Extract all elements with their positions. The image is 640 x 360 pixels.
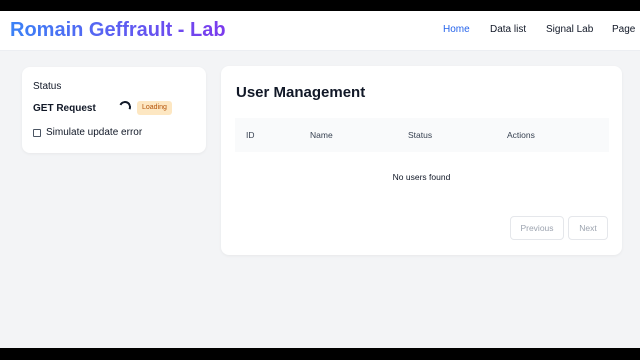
nav-home-link[interactable]: Home xyxy=(443,24,470,35)
empty-table-message: No users found xyxy=(392,172,451,182)
loading-spinner-icon xyxy=(117,99,133,115)
column-header-actions: Actions xyxy=(507,130,535,140)
loading-status-badge: Loading xyxy=(137,101,172,115)
user-management-card: User Management ID Name Status Actions N… xyxy=(221,66,622,255)
previous-page-button[interactable]: Previous xyxy=(510,216,564,240)
get-request-label: GET Request xyxy=(33,103,96,114)
nav-signal-lab-link[interactable]: Signal Lab xyxy=(546,24,593,35)
status-card-title: Status xyxy=(33,81,62,92)
nav-data-list-link[interactable]: Data list xyxy=(490,24,526,35)
nav-page-link[interactable]: Page xyxy=(612,24,635,35)
app-viewport: Romain Geffrault - Lab Home Data list Si… xyxy=(0,11,640,348)
simulate-error-checkbox[interactable] xyxy=(33,129,41,137)
main-nav: Home Data list Signal Lab Page xyxy=(0,24,640,40)
column-header-status: Status xyxy=(408,130,433,140)
users-table-header: ID Name Status Actions xyxy=(235,118,609,152)
next-page-button[interactable]: Next xyxy=(568,216,608,240)
status-card: Status GET Request Loading Simulate upda… xyxy=(22,67,206,153)
top-navbar: Romain Geffrault - Lab Home Data list Si… xyxy=(0,11,640,51)
column-header-name: Name xyxy=(310,130,333,140)
simulate-error-label[interactable]: Simulate update error xyxy=(46,127,142,138)
column-header-id: ID xyxy=(246,130,255,140)
user-management-title: User Management xyxy=(236,84,366,101)
